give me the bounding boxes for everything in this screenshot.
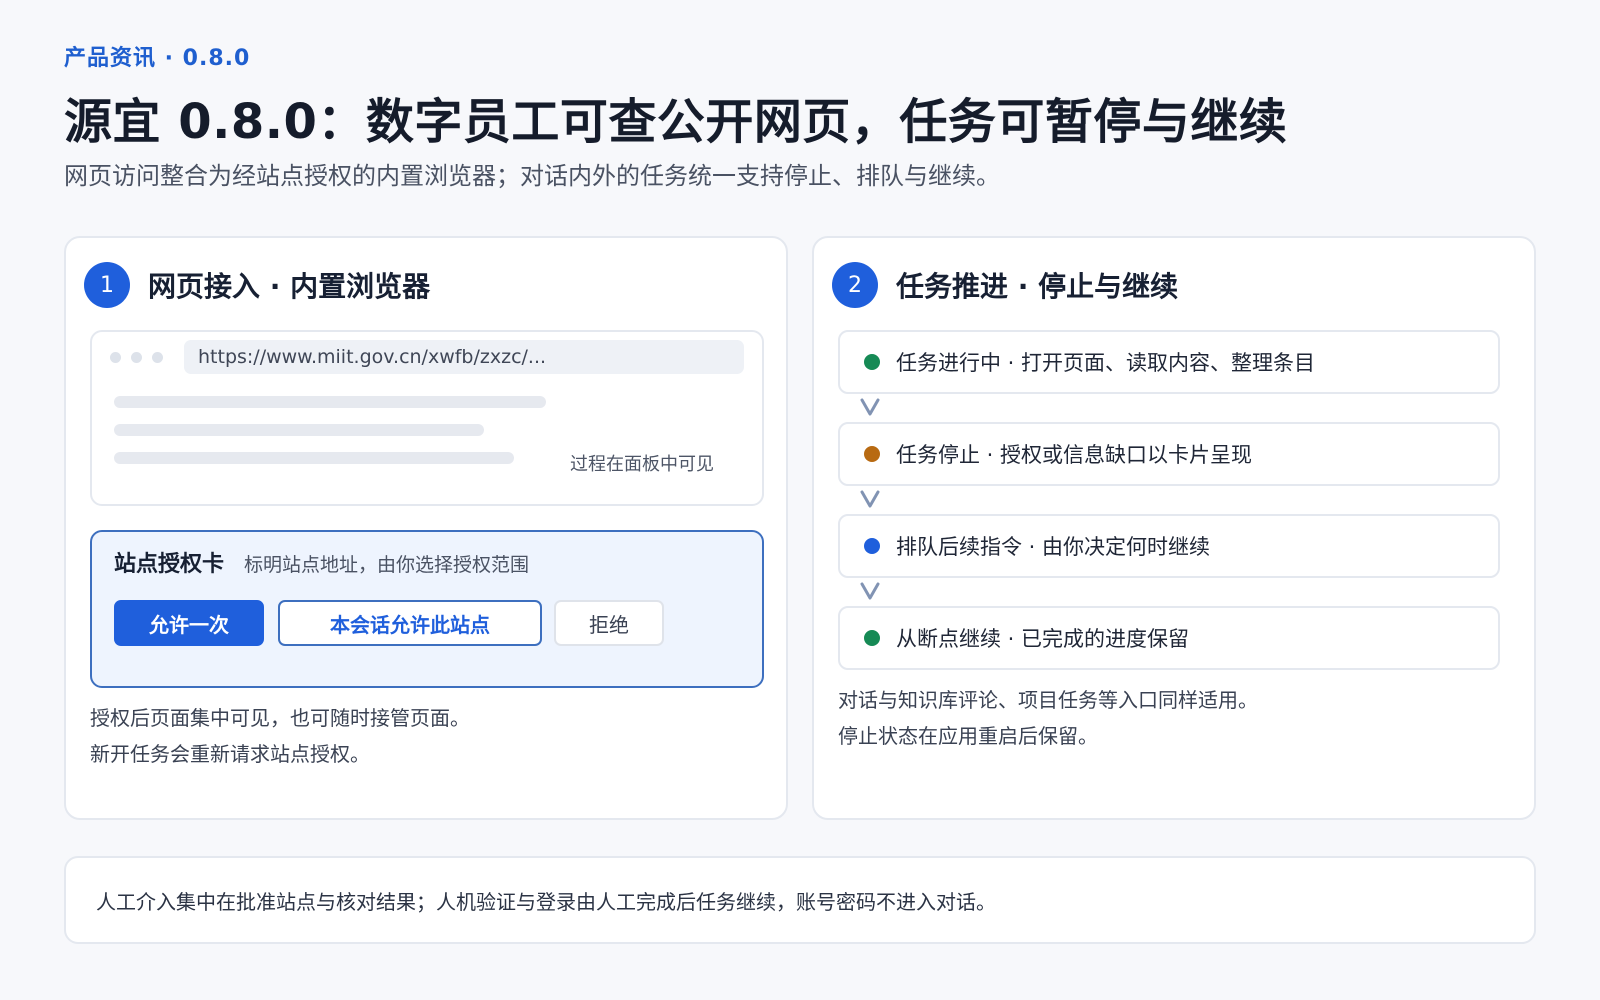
window-dot-icon xyxy=(110,352,121,363)
content-placeholder-line xyxy=(114,424,484,436)
task-step-label: 从断点继续 · 已完成的进度保留 xyxy=(896,627,1190,651)
content-placeholder-line xyxy=(114,452,514,464)
web-access-card-title: 网页接入 · 内置浏览器 xyxy=(148,270,431,303)
allow-session-button[interactable]: 本会话允许此站点 xyxy=(278,600,542,646)
site-authorization-card: 站点授权卡 标明站点地址，由你选择授权范围 允许一次 本会话允许此站点 拒绝 xyxy=(90,530,764,688)
note-line: 授权后页面集中可见，也可随时接管页面。 xyxy=(90,706,470,730)
task-step: 从断点继续 · 已完成的进度保留 xyxy=(838,606,1500,670)
chevron-down-icon xyxy=(856,578,884,604)
browser-mock: https://www.miit.gov.cn/xwfb/zxzc/... 过程… xyxy=(90,330,764,506)
task-step: 任务停止 · 授权或信息缺口以卡片呈现 xyxy=(838,422,1500,486)
task-step-label: 任务进行中 · 打开页面、读取内容、整理条目 xyxy=(896,351,1316,375)
allow-once-button[interactable]: 允许一次 xyxy=(114,600,264,646)
browser-note: 过程在面板中可见 xyxy=(570,454,714,475)
task-step-label: 任务停止 · 授权或信息缺口以卡片呈现 xyxy=(896,443,1253,467)
url-bar[interactable]: https://www.miit.gov.cn/xwfb/zxzc/... xyxy=(184,340,744,374)
web-access-card-header: 1 网页接入 · 内置浏览器 xyxy=(84,262,430,308)
step-number-badge: 1 xyxy=(84,262,130,308)
task-flow-card-header: 2 任务推进 · 停止与继续 xyxy=(832,262,1178,308)
footer-note-box: 人工介入集中在批准站点与核对结果；人机验证与登录由人工完成后任务继续，账号密码不… xyxy=(64,856,1536,944)
status-dot-icon xyxy=(864,630,880,646)
page-subtitle: 网页访问整合为经站点授权的内置浏览器；对话内外的任务统一支持停止、排队与继续。 xyxy=(64,162,1000,190)
chevron-down-icon xyxy=(856,486,884,512)
web-access-notes: 授权后页面集中可见，也可随时接管页面。 新开任务会重新请求站点授权。 xyxy=(90,700,470,772)
task-flow-card: 2 任务推进 · 停止与继续 任务进行中 · 打开页面、读取内容、整理条目 任务… xyxy=(812,236,1536,820)
status-dot-icon xyxy=(864,354,880,370)
auth-header: 站点授权卡 标明站点地址，由你选择授权范围 xyxy=(114,546,529,578)
task-step-label: 排队后续指令 · 由你决定何时继续 xyxy=(896,535,1211,559)
web-access-card: 1 网页接入 · 内置浏览器 https://www.miit.gov.cn/x… xyxy=(64,236,788,820)
task-step: 排队后续指令 · 由你决定何时继续 xyxy=(838,514,1500,578)
auth-description: 标明站点地址，由你选择授权范围 xyxy=(244,554,530,576)
window-dots xyxy=(110,352,163,363)
status-dot-icon xyxy=(864,538,880,554)
footer-note: 人工介入集中在批准站点与核对结果；人机验证与登录由人工完成后任务继续，账号密码不… xyxy=(96,889,996,914)
task-flow-notes: 对话与知识库评论、项目任务等入口同样适用。 停止状态在应用重启后保留。 xyxy=(838,682,1258,754)
content-placeholder-line xyxy=(114,396,546,408)
step-number-badge: 2 xyxy=(832,262,878,308)
window-dot-icon xyxy=(152,352,163,363)
deny-button[interactable]: 拒绝 xyxy=(554,600,664,646)
task-step: 任务进行中 · 打开页面、读取内容、整理条目 xyxy=(838,330,1500,394)
page-title: 源宜 0.8.0：数字员工可查公开网页，任务可暂停与继续 xyxy=(64,94,1288,150)
note-line: 新开任务会重新请求站点授权。 xyxy=(90,742,370,766)
auth-title: 站点授权卡 xyxy=(114,552,225,577)
note-line: 停止状态在应用重启后保留。 xyxy=(838,724,1098,748)
status-dot-icon xyxy=(864,446,880,462)
chevron-down-icon xyxy=(856,394,884,420)
window-dot-icon xyxy=(131,352,142,363)
task-flow-card-title: 任务推进 · 停止与继续 xyxy=(896,270,1179,303)
eyebrow-label: 产品资讯 · 0.8.0 xyxy=(64,46,251,71)
note-line: 对话与知识库评论、项目任务等入口同样适用。 xyxy=(838,688,1258,712)
